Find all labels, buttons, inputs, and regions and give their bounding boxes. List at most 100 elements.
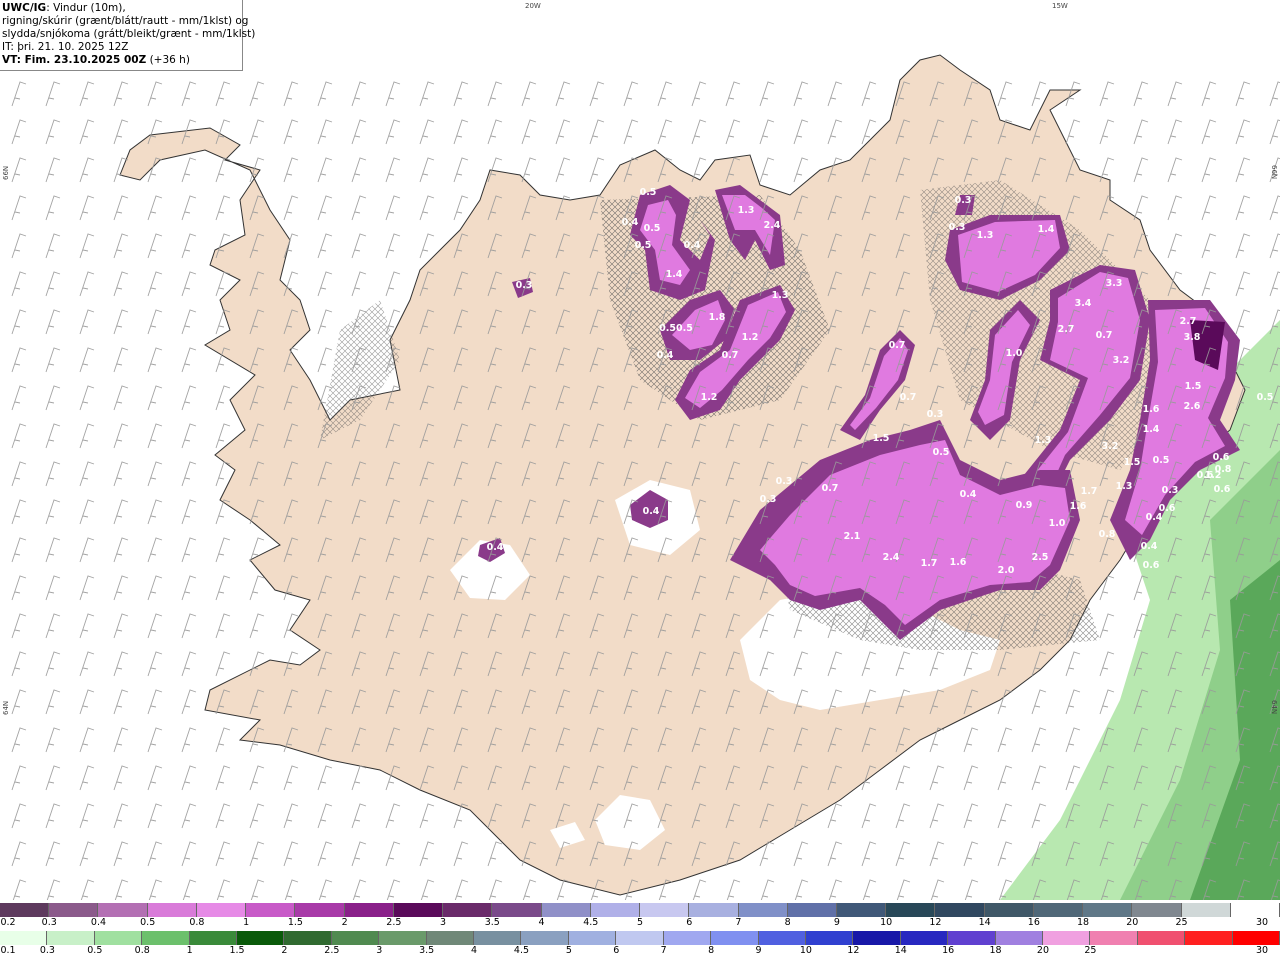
scale-swatch — [49, 903, 99, 917]
precip-value-label: 1.6 — [1143, 404, 1160, 415]
scale-swatch — [689, 903, 739, 917]
scale-tick-label: 5 — [565, 945, 572, 956]
scale-swatch — [568, 931, 617, 945]
precip-value-label: 0.4 — [487, 542, 504, 553]
precip-value-label: 0.4 — [684, 240, 701, 251]
scale-swatch — [98, 903, 148, 917]
scale-swatch — [1090, 931, 1138, 945]
scale-swatch — [590, 903, 641, 917]
precip-value-label: 1.6 — [1070, 501, 1087, 512]
scale-swatch — [94, 931, 143, 945]
scale-swatch — [284, 931, 332, 945]
scale-swatch — [663, 931, 712, 945]
scale-swatch — [474, 931, 522, 945]
precip-value-label: 0.50.5 — [659, 323, 693, 334]
precip-value-label: 0.4 — [657, 350, 674, 361]
precip-value-label: 0.5 — [933, 447, 950, 458]
precip-value-label: 3.4 — [1075, 298, 1092, 309]
scale-swatch — [711, 931, 759, 945]
scale-tick-label: 14 — [978, 917, 991, 928]
precip-value-label: 3.2 — [1102, 441, 1119, 452]
scale-tick-label: 20 — [1036, 945, 1049, 956]
scale-tick-label: 4 — [471, 945, 478, 956]
precip-value-label: 0.3 — [927, 409, 944, 420]
scale-tick-label: 6 — [686, 917, 693, 928]
precip-value-label: 0.5 — [635, 240, 652, 251]
scale-tick-label: 14 — [894, 945, 907, 956]
precip-value-label: 1.6 — [950, 557, 967, 568]
precip-value-label: 0.5 — [644, 223, 661, 234]
precip-value-label: 0.7 — [1096, 330, 1113, 341]
precip-value-label: 0.4 — [643, 506, 660, 517]
scale-swatch — [393, 903, 444, 917]
scale-swatch — [142, 931, 190, 945]
scale-tick-label: 1 — [186, 945, 193, 956]
scale-swatch — [426, 931, 475, 945]
snow-color-scale: 0.2 0.3 0.4 0.5 0.8 1 1.5 2 2.5 3 3.5 4 4.5 5 6 7 8 9 10 12… — [0, 903, 1280, 929]
scale-swatch — [147, 903, 197, 917]
scale-tick-label: 4.5 — [513, 945, 530, 956]
scale-tick-label: 0.3 — [39, 945, 55, 956]
scale-swatch — [886, 903, 936, 917]
scale-swatch — [836, 903, 887, 917]
scale-swatch — [1181, 903, 1231, 917]
scale-tick-label: 18 — [1077, 917, 1090, 928]
precip-value-label: 0.4 — [1141, 541, 1158, 552]
scale-tick-label: 9 — [833, 917, 840, 928]
scale-tick-label: 30 — [1255, 945, 1269, 956]
precip-value-label: 1.3 — [738, 205, 755, 216]
precip-value-label: 0.8 — [1099, 529, 1116, 540]
precip-value-label: 2.4 — [883, 552, 900, 563]
scale-swatch — [900, 931, 949, 945]
scale-tick-label: 10 — [799, 945, 812, 956]
scale-swatch — [189, 931, 238, 945]
scale-swatch — [1042, 931, 1091, 945]
scale-tick-label: 8 — [708, 945, 715, 956]
precip-value-label: 1.5 — [1124, 457, 1141, 468]
valid-time: VT: Fim. 23.10.2025 00Z — [2, 54, 147, 66]
lat-label-64n-right: 64N — [1270, 700, 1278, 714]
precip-value-label: 0.5 — [1153, 455, 1170, 466]
scale-swatch — [331, 931, 380, 945]
scale-tick-label: 9 — [755, 945, 762, 956]
scale-swatch — [1230, 903, 1280, 917]
precip-value-label: 1.4 — [666, 269, 683, 280]
scale-tick-label: 2 — [341, 917, 348, 928]
weather-map[interactable]: 0.50.40.50.5 0.41.41.32.40.31.80.50.51.20… — [0, 0, 1280, 900]
scale-tick-label: 3 — [440, 917, 447, 928]
scale-tick-label: 3.5 — [484, 917, 500, 928]
scale-tick-label: 12 — [847, 945, 860, 956]
lat-label-64n-left: 64N — [2, 701, 10, 715]
precip-value-label: 2.0 — [998, 565, 1015, 576]
precip-value-label: 1.7 — [921, 558, 938, 569]
precip-value-label: 2.7 — [1058, 324, 1075, 335]
precip-value-label: 0.5 — [640, 187, 657, 198]
scale-swatch — [246, 903, 296, 917]
scale-swatch — [295, 903, 345, 917]
precip-value-label: 0.3 — [516, 280, 533, 291]
precip-value-label: 1.0 — [1006, 348, 1023, 359]
scale-tick-label: 2.5 — [386, 917, 402, 928]
scale-tick-label: 0.8 — [134, 945, 150, 956]
precip-value-label: 1.3 — [1116, 481, 1133, 492]
lon-label-15w: 15W — [1052, 2, 1068, 10]
precip-value-label: 0.7 — [900, 392, 917, 403]
scale-swatch — [616, 931, 664, 945]
scale-tick-label: 4.5 — [583, 917, 599, 928]
precip-value-label: 1.4 — [1038, 224, 1055, 235]
precip-value-label: 2.5 — [1032, 552, 1049, 563]
scale-tick-label: 0.4 — [90, 917, 107, 928]
scale-swatch — [853, 931, 901, 945]
scale-tick-label: 16 — [942, 945, 955, 956]
scale-tick-label: 3 — [376, 945, 383, 956]
precip-value-label: 1.5 — [1185, 381, 1202, 392]
scale-swatch — [995, 931, 1043, 945]
init-time: IT: þri. 21. 10. 2025 12Z — [2, 41, 129, 53]
scale-tick-label: 18 — [989, 945, 1002, 956]
scale-tick-label: 12 — [929, 917, 942, 928]
precip-value-label: 1.0 — [1049, 518, 1066, 529]
precip-value-label: 1.2 — [742, 332, 759, 343]
precip-value-label: 3.2 — [1113, 355, 1130, 366]
scale-swatch — [1083, 903, 1133, 917]
scale-tick-label: 4 — [538, 917, 545, 928]
